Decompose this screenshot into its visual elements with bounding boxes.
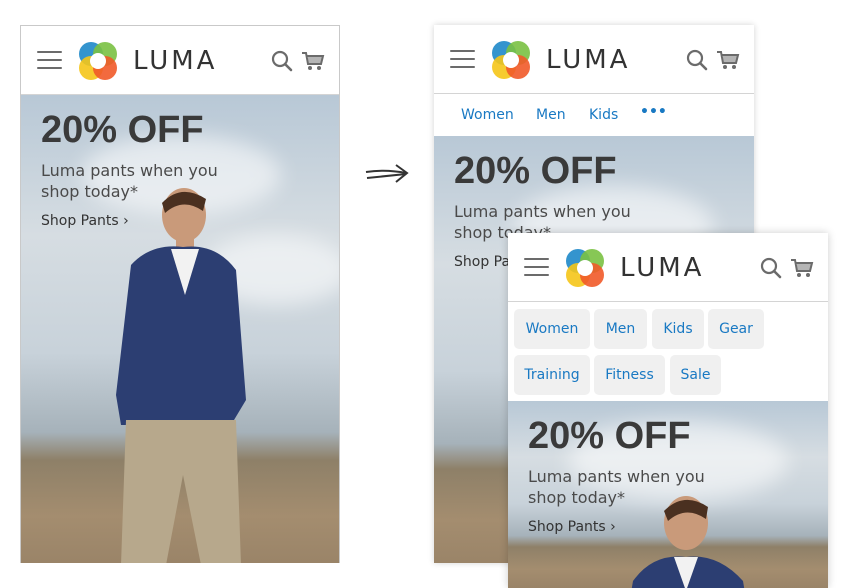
brand-name[interactable]: LUMA: [620, 253, 704, 283]
category-nav-expanded: Women Men Kids Gear Training Fitness Sal…: [508, 302, 828, 401]
site-header: LUMA: [508, 233, 828, 302]
arrow-right-icon: [365, 164, 409, 183]
nav-pill-fitness[interactable]: Fitness: [594, 355, 665, 395]
luma-logo-icon[interactable]: [489, 38, 533, 82]
promo-subline: Luma pants when you shop today*: [528, 467, 705, 507]
site-header: LUMA: [21, 26, 339, 95]
shop-pants-label: Shop Pants: [41, 213, 119, 229]
brand-name[interactable]: LUMA: [546, 45, 630, 75]
site-header: LUMA: [434, 25, 754, 94]
nav-pill-gear[interactable]: Gear: [708, 309, 764, 349]
cart-icon[interactable]: [301, 50, 325, 72]
mobile-screen-nav-expanded: LUMA Women Men Kids Gear Training Fitnes…: [508, 233, 828, 588]
promo-headline: 20% OFF: [454, 150, 617, 192]
nav-item-women[interactable]: Women: [461, 107, 514, 123]
mobile-screen-default: LUMA 20% OFF Luma pants when you shop to…: [20, 25, 340, 563]
promo-headline: 20% OFF: [41, 109, 204, 151]
promo-headline: 20% OFF: [528, 415, 691, 457]
promo-banner[interactable]: 20% OFF Luma pants when you shop today* …: [508, 401, 828, 588]
shop-pants-label: Shop Pants: [528, 519, 606, 535]
search-icon[interactable]: [271, 50, 293, 72]
search-icon[interactable]: [686, 49, 708, 71]
cart-icon[interactable]: [716, 49, 740, 71]
nav-pill-men[interactable]: Men: [594, 309, 647, 349]
model-photo: [116, 188, 246, 563]
chevron-right-icon: ›: [610, 519, 616, 535]
hamburger-icon[interactable]: [37, 51, 62, 70]
nav-pill-training[interactable]: Training: [514, 355, 590, 395]
chevron-right-icon: ›: [123, 213, 129, 229]
more-menu-icon[interactable]: •••: [640, 104, 667, 120]
shop-pants-link[interactable]: Shop Pants ›: [528, 519, 616, 535]
category-nav: Women Men Kids •••: [434, 94, 754, 136]
brand-name[interactable]: LUMA: [133, 46, 217, 76]
hamburger-icon[interactable]: [524, 258, 549, 277]
hamburger-icon[interactable]: [450, 50, 475, 69]
shop-pants-link[interactable]: Shop Pants ›: [41, 213, 129, 229]
luma-logo-icon[interactable]: [563, 246, 607, 290]
nav-pill-women[interactable]: Women: [514, 309, 590, 349]
nav-pill-kids[interactable]: Kids: [652, 309, 704, 349]
promo-banner[interactable]: 20% OFF Luma pants when you shop today* …: [21, 95, 339, 563]
search-icon[interactable]: [760, 257, 782, 279]
nav-pill-sale[interactable]: Sale: [670, 355, 721, 395]
promo-subline: Luma pants when you shop today*: [41, 161, 218, 201]
nav-item-men[interactable]: Men: [536, 107, 566, 123]
cart-icon[interactable]: [790, 257, 814, 279]
nav-item-kids[interactable]: Kids: [589, 107, 618, 123]
luma-logo-icon[interactable]: [76, 39, 120, 83]
